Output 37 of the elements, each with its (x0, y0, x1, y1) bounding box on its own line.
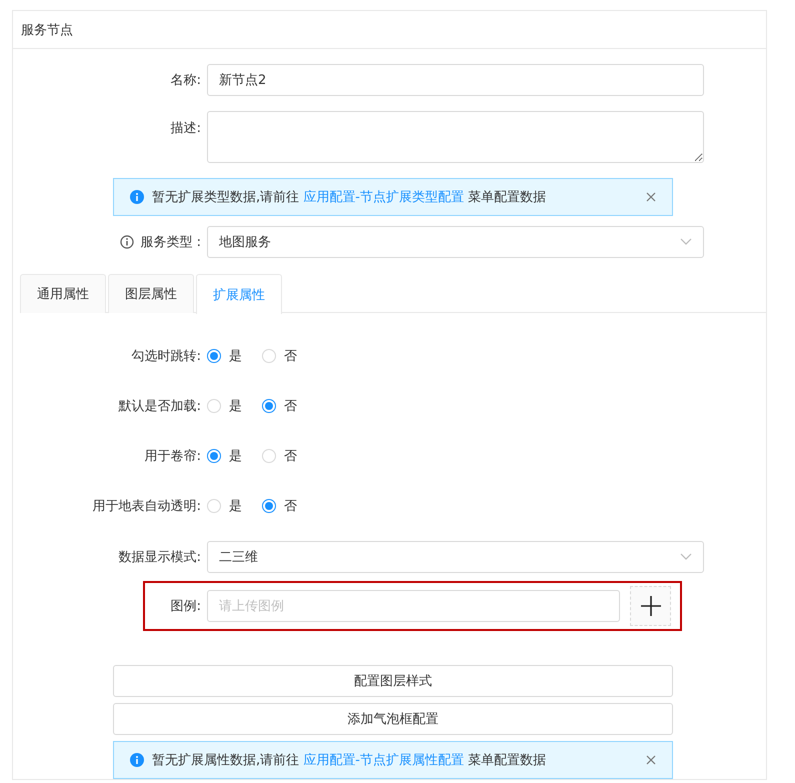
tab[interactable]: 图层属性 (108, 274, 194, 313)
action-button[interactable]: 配置图层样式 (113, 665, 673, 697)
close-icon (646, 192, 656, 202)
info-icon (130, 190, 144, 204)
close-icon (646, 755, 656, 765)
alert-message: 暂无扩展属性数据,请前往 应用配置-节点扩展属性配置 菜单配置数据 (152, 752, 548, 769)
radio-option[interactable]: 是 (207, 447, 242, 465)
field-label: 用于卷帘: (144, 448, 201, 465)
radio-option[interactable]: 否 (262, 397, 297, 415)
chevron-down-icon (680, 553, 692, 561)
field-label: 服务类型 : (140, 234, 201, 251)
plus-icon (640, 596, 660, 616)
field-label: 默认是否加载: (118, 398, 201, 415)
field-label: 描述: (170, 120, 201, 137)
add-button[interactable] (630, 586, 671, 626)
radio-option[interactable]: 是 (207, 347, 242, 365)
info-icon (130, 753, 144, 767)
select-field[interactable]: 地图服务 (207, 226, 704, 258)
action-button[interactable]: 添加气泡框配置 (113, 703, 673, 735)
alert-message: 暂无扩展类型数据,请前往 应用配置-节点扩展类型配置 菜单配置数据 (152, 189, 548, 206)
radio-option[interactable]: 否 (262, 347, 297, 365)
radio-option[interactable]: 否 (262, 447, 297, 465)
description-field[interactable] (207, 111, 704, 163)
field-label: 名称: (170, 72, 201, 89)
card-title: 服务节点 (21, 22, 73, 38)
tab[interactable]: 通用属性 (20, 274, 106, 313)
field-label: 用于地表自动透明: (92, 498, 201, 515)
radio-option[interactable]: 是 (207, 397, 242, 415)
field-label: 图例: (170, 598, 201, 615)
field-label: 勾选时跳转: (132, 348, 201, 365)
select-field[interactable]: 二三维 (207, 541, 704, 573)
radio-option[interactable]: 否 (262, 497, 297, 515)
chevron-down-icon (680, 238, 692, 246)
text-field[interactable]: 新节点2 (207, 64, 704, 96)
upload-field[interactable]: 请上传图例 (207, 590, 620, 622)
radio-option[interactable]: 是 (207, 497, 242, 515)
field-label: 数据显示模式: (118, 549, 201, 566)
